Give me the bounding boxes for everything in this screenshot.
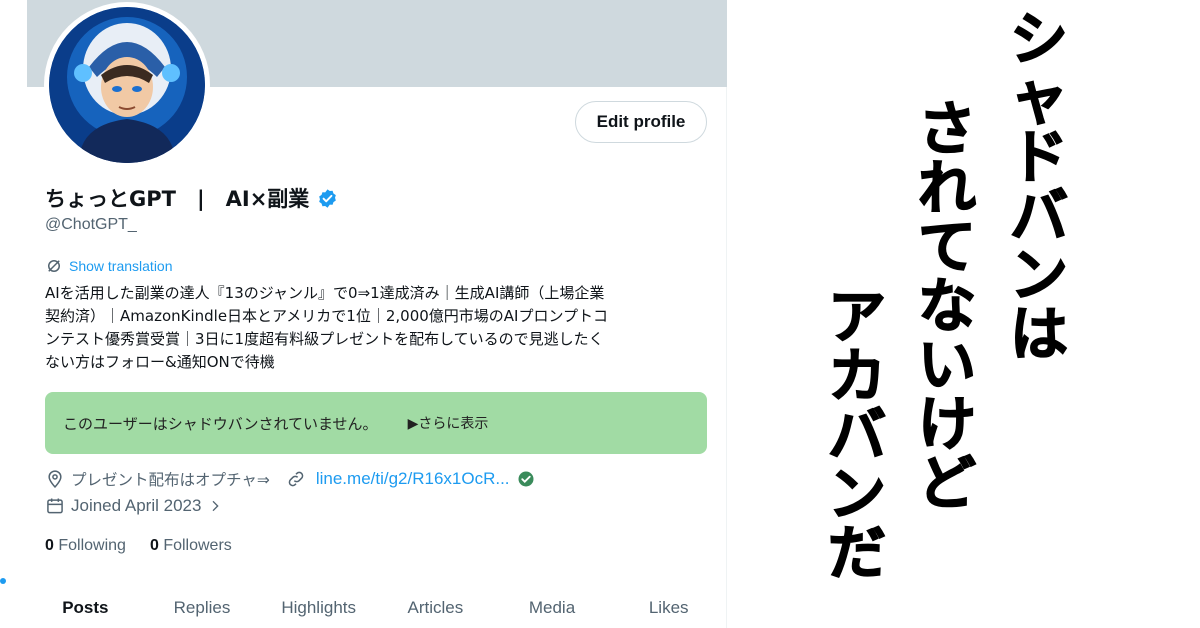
followers-label: Followers [163,537,232,554]
caption-column-3: ア カ バ ン だ [827,283,887,587]
follow-stats: 0 Following 0 Followers [45,537,232,555]
following-count: 0 [45,537,54,554]
bio-line: AIを活用した副業の達人『13のジャンル』で0⇒1達成済み｜生成AI講師（上場企… [45,284,605,302]
caption-char: ア [827,283,887,351]
caption-column-1: シ ャ ド バ ン は [1009,5,1069,368]
caption-char: シ [1009,5,1069,73]
bio-line: ンテスト優秀賞受賞｜3日に1度超有料級プレゼントを配布しているので見逃したく [45,330,604,348]
verified-badge-icon[interactable] [317,188,338,209]
avatar[interactable] [44,2,210,168]
joined-row: Joined April 2023 [45,496,223,516]
followers-link[interactable]: 0 Followers [150,537,232,555]
profile-tabs: Posts Replies Highlights Articles Media … [27,590,727,628]
tab-highlights[interactable]: Highlights [260,590,377,628]
tab-likes[interactable]: Likes [610,590,727,628]
joined-date: Joined April 2023 [71,496,202,515]
tab-articles[interactable]: Articles [377,590,494,628]
caption-char: カ [827,342,887,410]
location-row: プレゼント配布はオプチャ⇒ line.me/ti/g2/R16x1OcR... [45,468,536,490]
caption-char: ャ [1009,64,1069,132]
chevron-right-icon[interactable] [207,498,223,514]
caption-char: ン [827,460,887,528]
shadowban-status-box: このユーザーはシャドウバンされていません。 ▶さらに表示 [45,392,707,454]
caption-char: バ [1009,182,1069,250]
location-pin-icon [48,470,62,488]
translate-icon [48,260,60,272]
handle: @ChotGPT_ [45,216,137,233]
caption-char: ド [1009,123,1069,191]
caption-char: さ [917,95,977,163]
caption-char: な [917,272,977,340]
link-icon [288,471,304,487]
profile-link[interactable]: line.me/ti/g2/R16x1OcR... [316,469,510,489]
notification-dot [0,578,6,584]
bio: AIを活用した副業の達人『13のジャンル』で0⇒1達成済み｜生成AI講師（上場企… [45,282,705,374]
shadowban-show-more[interactable]: ▶さらに表示 [408,413,489,433]
caption-char: だ [827,519,887,587]
caption-char: い [917,331,977,399]
calendar-icon [47,498,63,514]
tab-replies[interactable]: Replies [144,590,261,628]
tab-media[interactable]: Media [494,590,611,628]
location-text: プレゼント配布はオプチャ⇒ [71,471,270,489]
bio-line: 契約済）｜AmazonKindle日本とアメリカで1位｜2,000億円市場のAI… [45,307,609,325]
link-verified-icon [518,471,534,487]
following-label: Following [58,537,126,554]
caption-char: ど [917,449,977,517]
caption-column-2: さ れ て な い け ど [917,95,977,517]
bio-line: ない方はフォロー&通知ONで待機 [45,353,275,371]
shadowban-status-text: このユーザーはシャドウバンされていません。 [63,414,378,433]
name-row: ちょっとGPT | AI×副業 [45,183,338,213]
caption-char: け [917,390,977,458]
profile-panel: Edit profile ちょっとGPT | AI×副業 @ChotGPT_ S… [0,0,727,628]
edit-profile-button[interactable]: Edit profile [575,101,707,143]
caption-char: バ [827,401,887,469]
caption-char: ン [1009,241,1069,309]
astronaut-avatar-icon [49,7,205,163]
avatar-image [49,7,205,163]
display-name: ちょっとGPT | AI×副業 [45,187,310,211]
show-translation-label: Show translation [69,258,173,274]
caption-char: れ [917,154,977,222]
show-translation-link[interactable]: Show translation [45,257,173,275]
caption-char: て [917,213,977,281]
followers-count: 0 [149,537,159,554]
caption-char: は [1009,300,1069,368]
following-link[interactable]: 0 Following [45,537,126,555]
tab-posts[interactable]: Posts [27,590,144,628]
